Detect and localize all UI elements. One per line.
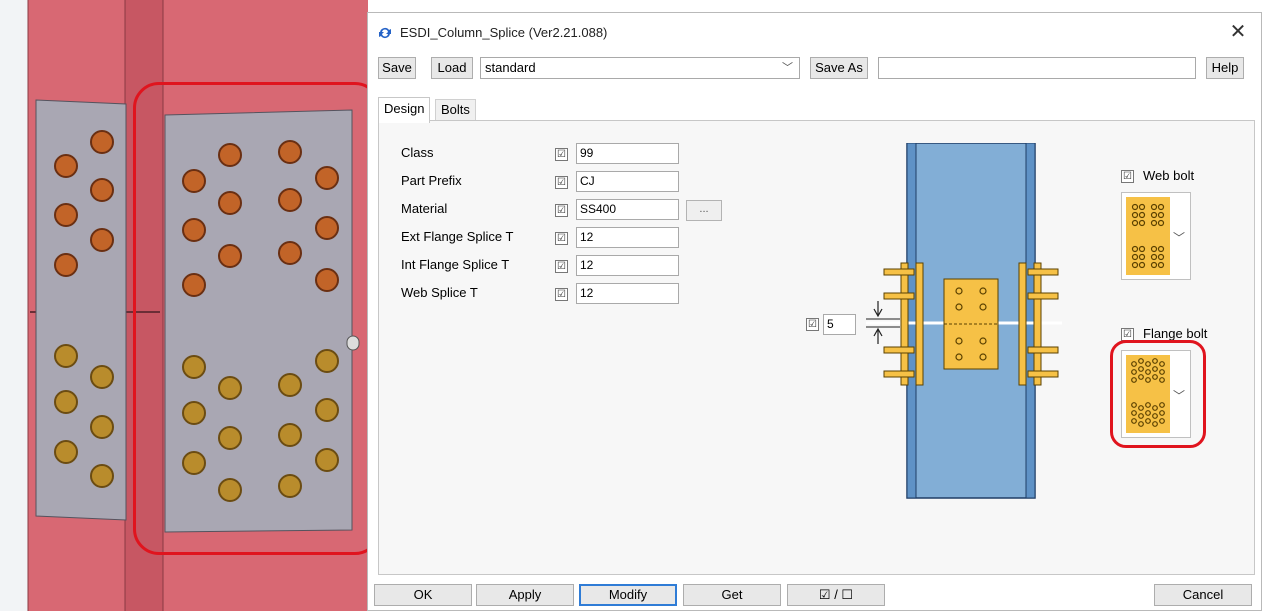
int-flange-splice-t-checkbox[interactable]: ☑ — [555, 260, 568, 273]
int-flange-splice-t-input[interactable]: 12 — [576, 255, 679, 276]
app-logo-icon — [379, 28, 391, 39]
part-prefix-label: Part Prefix — [401, 173, 462, 188]
model-viewport[interactable] — [0, 0, 368, 611]
gap-input[interactable]: 5 — [823, 314, 856, 335]
dialog-button-bar: OK Apply Modify Get ☑ / ☐ Cancel — [368, 580, 1261, 610]
preset-toolbar: Save Load standard ﹀ Save As Help — [368, 57, 1261, 85]
ext-flange-splice-t-input[interactable]: 12 — [576, 227, 679, 248]
highlight-outline — [1110, 340, 1206, 448]
material-label: Material — [401, 201, 448, 216]
class-input[interactable]: 99 — [576, 143, 679, 164]
chevron-down-icon: ﹀ — [1172, 231, 1185, 245]
toggle-all-checkboxes-button[interactable]: ☑ / ☐ — [787, 584, 885, 606]
web-splice-t-input[interactable]: 12 — [576, 283, 679, 304]
web-bolt-checkbox[interactable]: ☑ — [1121, 170, 1134, 183]
ok-button[interactable]: OK — [374, 584, 472, 606]
dropdown-arrow-icon: ﹀ — [782, 62, 793, 74]
int-flange-splice-t-label: Int Flange Splice T — [401, 257, 510, 272]
tab-bolts[interactable]: Bolts — [435, 99, 476, 121]
web-bolt-label: Web bolt — [1143, 168, 1195, 183]
gap-checkbox[interactable]: ☑ — [806, 318, 819, 331]
modify-button[interactable]: Modify — [579, 584, 677, 606]
tab-design[interactable]: Design — [378, 97, 431, 123]
material-input[interactable]: SS400 — [576, 199, 679, 220]
ext-flange-splice-t-label: Ext Flange Splice T — [401, 229, 514, 244]
preset-select[interactable]: standard ﹀ — [480, 57, 800, 79]
part-prefix-checkbox[interactable]: ☑ — [555, 176, 568, 189]
material-checkbox[interactable]: ☑ — [555, 204, 568, 217]
close-icon[interactable]: ✕ — [1223, 19, 1253, 45]
help-button[interactable]: Help — [1206, 57, 1244, 79]
web-splice-t-label: Web Splice T — [401, 285, 478, 300]
class-label: Class — [401, 145, 434, 160]
part-prefix-input[interactable]: CJ — [576, 171, 679, 192]
column-splice-diagram — [866, 143, 1062, 499]
save-button[interactable]: Save — [378, 57, 416, 79]
material-browse-button[interactable]: ... — [686, 200, 722, 221]
ext-flange-splice-t-checkbox[interactable]: ☑ — [555, 232, 568, 245]
save-as-button[interactable]: Save As — [810, 57, 868, 79]
web-bolt-pattern-icon — [1126, 197, 1170, 275]
design-panel: Class ☑ 99 Part Prefix ☑ CJ Material ☑ S… — [378, 120, 1255, 575]
column-splice-dialog: ESDI_Column_Splice (Ver2.21.088) ✕ Save … — [367, 12, 1262, 611]
web-splice-t-checkbox[interactable]: ☑ — [555, 288, 568, 301]
title-bar: ESDI_Column_Splice (Ver2.21.088) ✕ — [368, 13, 1261, 51]
class-checkbox[interactable]: ☑ — [555, 148, 568, 161]
cancel-button[interactable]: Cancel — [1154, 584, 1252, 606]
apply-button[interactable]: Apply — [476, 584, 574, 606]
flange-bolt-label: Flange bolt — [1143, 326, 1208, 341]
save-as-name-input[interactable] — [878, 57, 1196, 79]
preset-value: standard — [485, 60, 536, 75]
web-bolt-pattern-picker[interactable]: ﹀ — [1121, 192, 1191, 280]
get-button[interactable]: Get — [683, 584, 781, 606]
highlight-outline — [133, 82, 368, 555]
load-button[interactable]: Load — [431, 57, 473, 79]
window-title: ESDI_Column_Splice (Ver2.21.088) — [400, 25, 608, 40]
